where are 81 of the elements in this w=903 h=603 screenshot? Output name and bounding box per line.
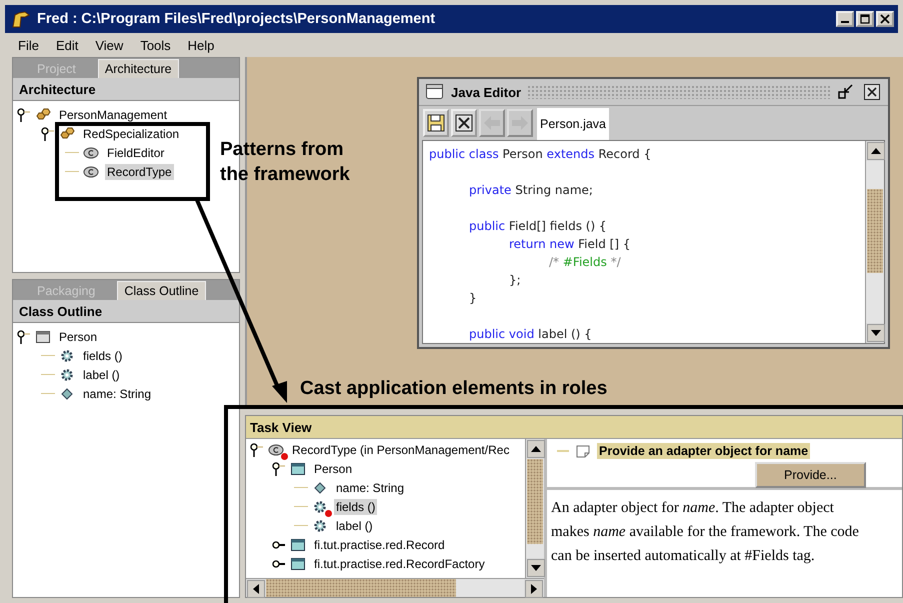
scrollbar[interactable] xyxy=(525,439,544,578)
panel-header: Task View xyxy=(246,416,902,439)
expand-handle-icon[interactable] xyxy=(250,442,264,458)
maximize-button[interactable] xyxy=(856,11,874,27)
minimize-icon xyxy=(841,21,849,23)
panel-header: Architecture xyxy=(13,78,239,101)
code-line: private String name; xyxy=(468,182,594,199)
gear-icon xyxy=(59,366,75,382)
panel-tab[interactable]: Class Outline xyxy=(117,281,206,300)
gear-icon xyxy=(59,348,75,364)
file-tab[interactable]: Person.java xyxy=(537,108,610,140)
hexagon-pair-icon xyxy=(35,106,51,122)
menu-item[interactable]: Tools xyxy=(140,38,171,52)
tree-item[interactable]: RecordType (in PersonManagement/Rec xyxy=(290,442,512,458)
description-text: An adapter object for name. The adapter object makes name available for the framework. The code can be inserted automatically at #Fields tag. xyxy=(550,499,860,566)
close-icon xyxy=(880,14,890,24)
grip-texture[interactable] xyxy=(527,85,830,99)
code-line: }; xyxy=(508,272,522,289)
expand-handle-icon[interactable] xyxy=(272,460,286,476)
code-line: return new Field [] { xyxy=(508,236,632,253)
tree-item[interactable]: label () xyxy=(81,366,122,382)
diamond-icon xyxy=(59,386,75,402)
tree-item[interactable]: name: String xyxy=(81,386,154,402)
class-icon xyxy=(268,442,284,458)
tree-item[interactable]: label () xyxy=(334,518,375,534)
expand-handle-icon[interactable] xyxy=(17,106,31,122)
menu-item[interactable]: Help xyxy=(188,38,214,52)
code-line: public Field[] fields () { xyxy=(468,218,608,235)
tree-item[interactable]: fields () xyxy=(81,348,124,364)
code-line: } xyxy=(468,290,478,307)
arrow-right-icon xyxy=(510,113,530,133)
tree-item[interactable]: fi.tut.practise.red.RecordFactory xyxy=(312,556,487,572)
scrollbar[interactable] xyxy=(246,578,544,597)
class-icon xyxy=(83,144,99,160)
panel-tab[interactable]: Architecture xyxy=(98,59,179,78)
tree-item[interactable]: fi.tut.practise.red.Record xyxy=(312,536,447,552)
menu-item[interactable]: File xyxy=(18,38,39,52)
scroll-down-icon[interactable] xyxy=(527,559,545,577)
code-line: /* #Fields */ xyxy=(548,254,622,271)
scroll-left-icon[interactable] xyxy=(247,580,265,598)
tree-item[interactable]: name: String xyxy=(334,480,406,496)
scroll-right-icon[interactable] xyxy=(525,580,543,598)
scroll-down-icon[interactable] xyxy=(867,324,885,342)
app-icon xyxy=(11,9,31,29)
expand-handle-icon[interactable] xyxy=(41,126,55,142)
note-icon xyxy=(575,444,591,458)
scroll-up-icon[interactable] xyxy=(527,440,545,458)
menu-item[interactable]: View xyxy=(95,38,124,52)
task-item[interactable]: Provide an adapter object for name xyxy=(597,443,810,459)
panel-header: Class Outline xyxy=(13,300,239,323)
close-button[interactable] xyxy=(451,109,477,137)
maximize-icon xyxy=(860,14,870,24)
menu-item[interactable]: Provide... xyxy=(758,465,863,485)
annotation-text: Patterns from the framework xyxy=(220,138,351,187)
close-icon[interactable] xyxy=(862,83,882,101)
close-icon xyxy=(454,113,474,133)
editor-title: Java Editor xyxy=(451,84,522,100)
code-line: public void label () { xyxy=(468,326,593,343)
annotation-text: Cast application elements in roles xyxy=(300,378,608,400)
expand-handle-icon[interactable] xyxy=(17,328,31,344)
menu-item[interactable]: Edit xyxy=(56,38,78,52)
tree-item[interactable]: fields () xyxy=(334,498,378,514)
close-button[interactable] xyxy=(876,11,894,27)
tree-item[interactable]: RedSpecialization xyxy=(81,126,182,142)
class-icon xyxy=(83,164,99,180)
tree-item[interactable]: Person xyxy=(312,460,354,476)
scroll-up-icon[interactable] xyxy=(867,142,885,160)
hexagon-pair-icon xyxy=(59,126,75,142)
tree-item[interactable]: RecordType xyxy=(105,164,174,180)
scrollbar[interactable] xyxy=(865,141,884,343)
code-line: public class Person extends Record { xyxy=(429,146,652,163)
minimize-button[interactable] xyxy=(836,11,854,27)
floppy-icon xyxy=(426,113,446,133)
window-title: Fred : C:\Program Files\Fred\projects\PersonManagement xyxy=(37,11,436,27)
save-button[interactable] xyxy=(423,109,449,137)
tree-item[interactable]: FieldEditor xyxy=(105,144,166,160)
window-icon xyxy=(425,83,445,101)
tree-item[interactable]: Person xyxy=(57,328,100,344)
gear-icon xyxy=(312,498,328,514)
tree-item[interactable]: PersonManagement xyxy=(57,106,170,122)
window-icon xyxy=(35,328,51,344)
